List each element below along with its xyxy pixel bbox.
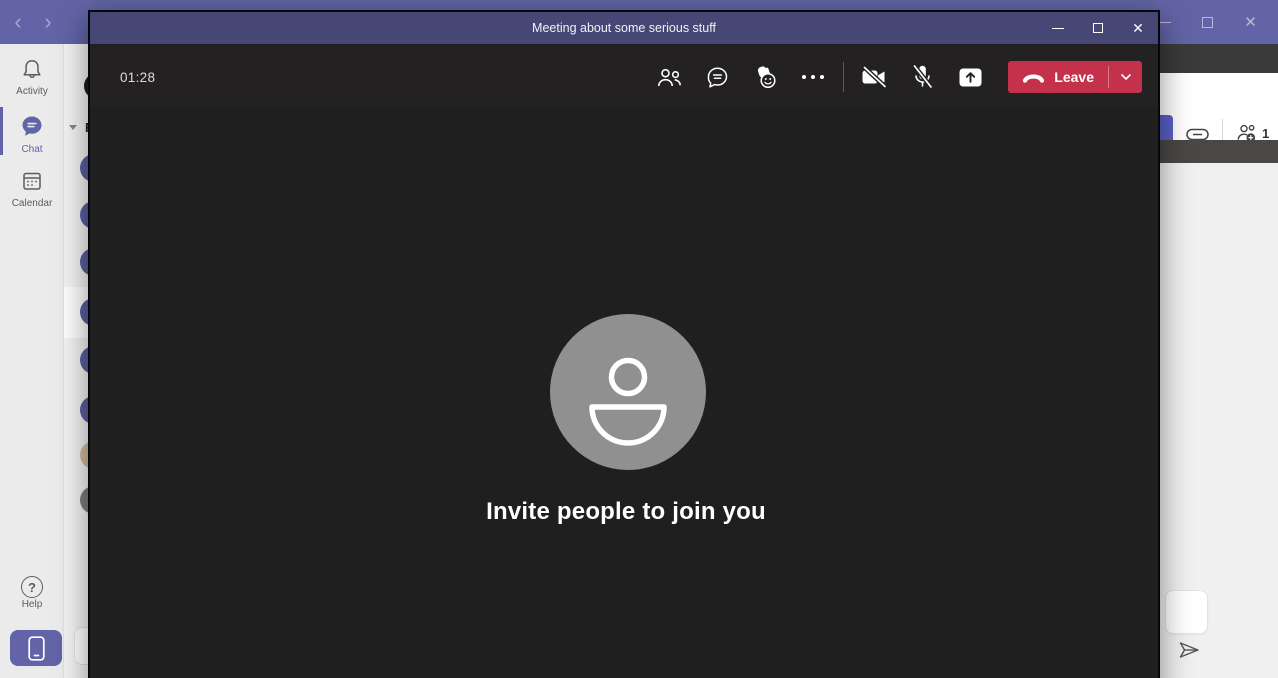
person-placeholder-icon — [550, 314, 706, 470]
invite-message: Invite people to join you — [90, 498, 1162, 526]
camera-off-icon — [860, 66, 888, 88]
chevron-down-icon[interactable] — [69, 125, 77, 130]
participant-count: 1 — [1262, 126, 1269, 141]
participant-avatar — [550, 314, 706, 470]
mic-off-icon — [910, 64, 935, 90]
sidebar-item-calendar[interactable]: Calendar — [0, 170, 64, 209]
panel-banner — [1160, 140, 1278, 163]
meeting-title: Meeting about some serious stuff — [532, 21, 716, 35]
more-actions-button[interactable] — [789, 53, 837, 101]
mobile-phone-icon — [28, 636, 45, 661]
reactions-button[interactable] — [741, 53, 789, 101]
sidebar-item-help[interactable]: ? Help — [0, 576, 64, 610]
message-compose-box[interactable] — [1165, 590, 1208, 634]
meeting-minimize-button[interactable] — [1038, 12, 1078, 44]
nav-forward-icon[interactable]: › — [38, 2, 58, 42]
panel-dark-strip — [1160, 44, 1278, 73]
close-icon: ✕ — [1132, 20, 1144, 37]
camera-toggle-button[interactable] — [850, 53, 898, 101]
sidebar-item-label: Activity — [0, 86, 64, 97]
leave-label: Leave — [1054, 69, 1094, 85]
app-maximize-button[interactable] — [1186, 0, 1229, 44]
bell-icon — [21, 58, 43, 80]
send-icon — [1178, 641, 1200, 659]
minimize-icon — [1159, 22, 1171, 23]
show-conversation-button[interactable] — [693, 53, 741, 101]
sidebar-item-label: Calendar — [0, 198, 64, 209]
more-icon — [801, 74, 825, 80]
nav-back-icon[interactable]: ‹ — [8, 2, 28, 42]
screen: ‹ › ✕ Activity Chat — [0, 0, 1278, 678]
app-close-button[interactable]: ✕ — [1229, 0, 1272, 44]
minimize-icon — [1052, 28, 1064, 29]
meeting-chat-panel: 1 — [1160, 44, 1278, 678]
chat-icon — [20, 114, 44, 138]
meeting-timer: 01:28 — [120, 70, 155, 85]
toolbar-separator — [843, 62, 844, 92]
send-message-button[interactable] — [1178, 641, 1200, 664]
show-participants-button[interactable] — [645, 53, 693, 101]
help-icon: ? — [21, 576, 43, 598]
chat-bubble-icon — [705, 65, 730, 90]
leave-options-button[interactable] — [1109, 61, 1142, 93]
chat-list-panel: Recent — [64, 44, 90, 678]
share-screen-icon — [958, 67, 983, 88]
share-screen-button[interactable] — [946, 53, 994, 101]
leave-button[interactable]: Leave — [1008, 61, 1142, 93]
meeting-toolbar: 01:28 — [90, 46, 1158, 108]
sidebar-item-label: Chat — [0, 144, 64, 155]
app-sidebar: Activity Chat Calendar ? Help — [0, 44, 64, 678]
close-icon: ✕ — [1244, 13, 1257, 31]
reactions-icon — [752, 65, 779, 90]
chevron-down-icon — [1120, 73, 1132, 81]
meeting-maximize-button[interactable] — [1078, 12, 1118, 44]
meeting-close-button[interactable]: ✕ — [1118, 12, 1158, 44]
sidebar-item-chat[interactable]: Chat — [0, 114, 64, 155]
maximize-icon — [1202, 17, 1213, 28]
maximize-icon — [1093, 23, 1103, 33]
panel-header: 1 — [1160, 73, 1278, 140]
sidebar-item-activity[interactable]: Activity — [0, 58, 64, 97]
mic-toggle-button[interactable] — [898, 53, 946, 101]
sidebar-item-label: Help — [0, 599, 64, 610]
meeting-window: Meeting about some serious stuff ✕ 01:28 — [88, 10, 1160, 678]
mobile-app-button[interactable] — [10, 630, 62, 666]
meeting-titlebar: Meeting about some serious stuff ✕ — [90, 12, 1158, 44]
hangup-icon — [1022, 72, 1045, 83]
people-icon — [656, 67, 683, 88]
calendar-icon — [21, 170, 43, 192]
